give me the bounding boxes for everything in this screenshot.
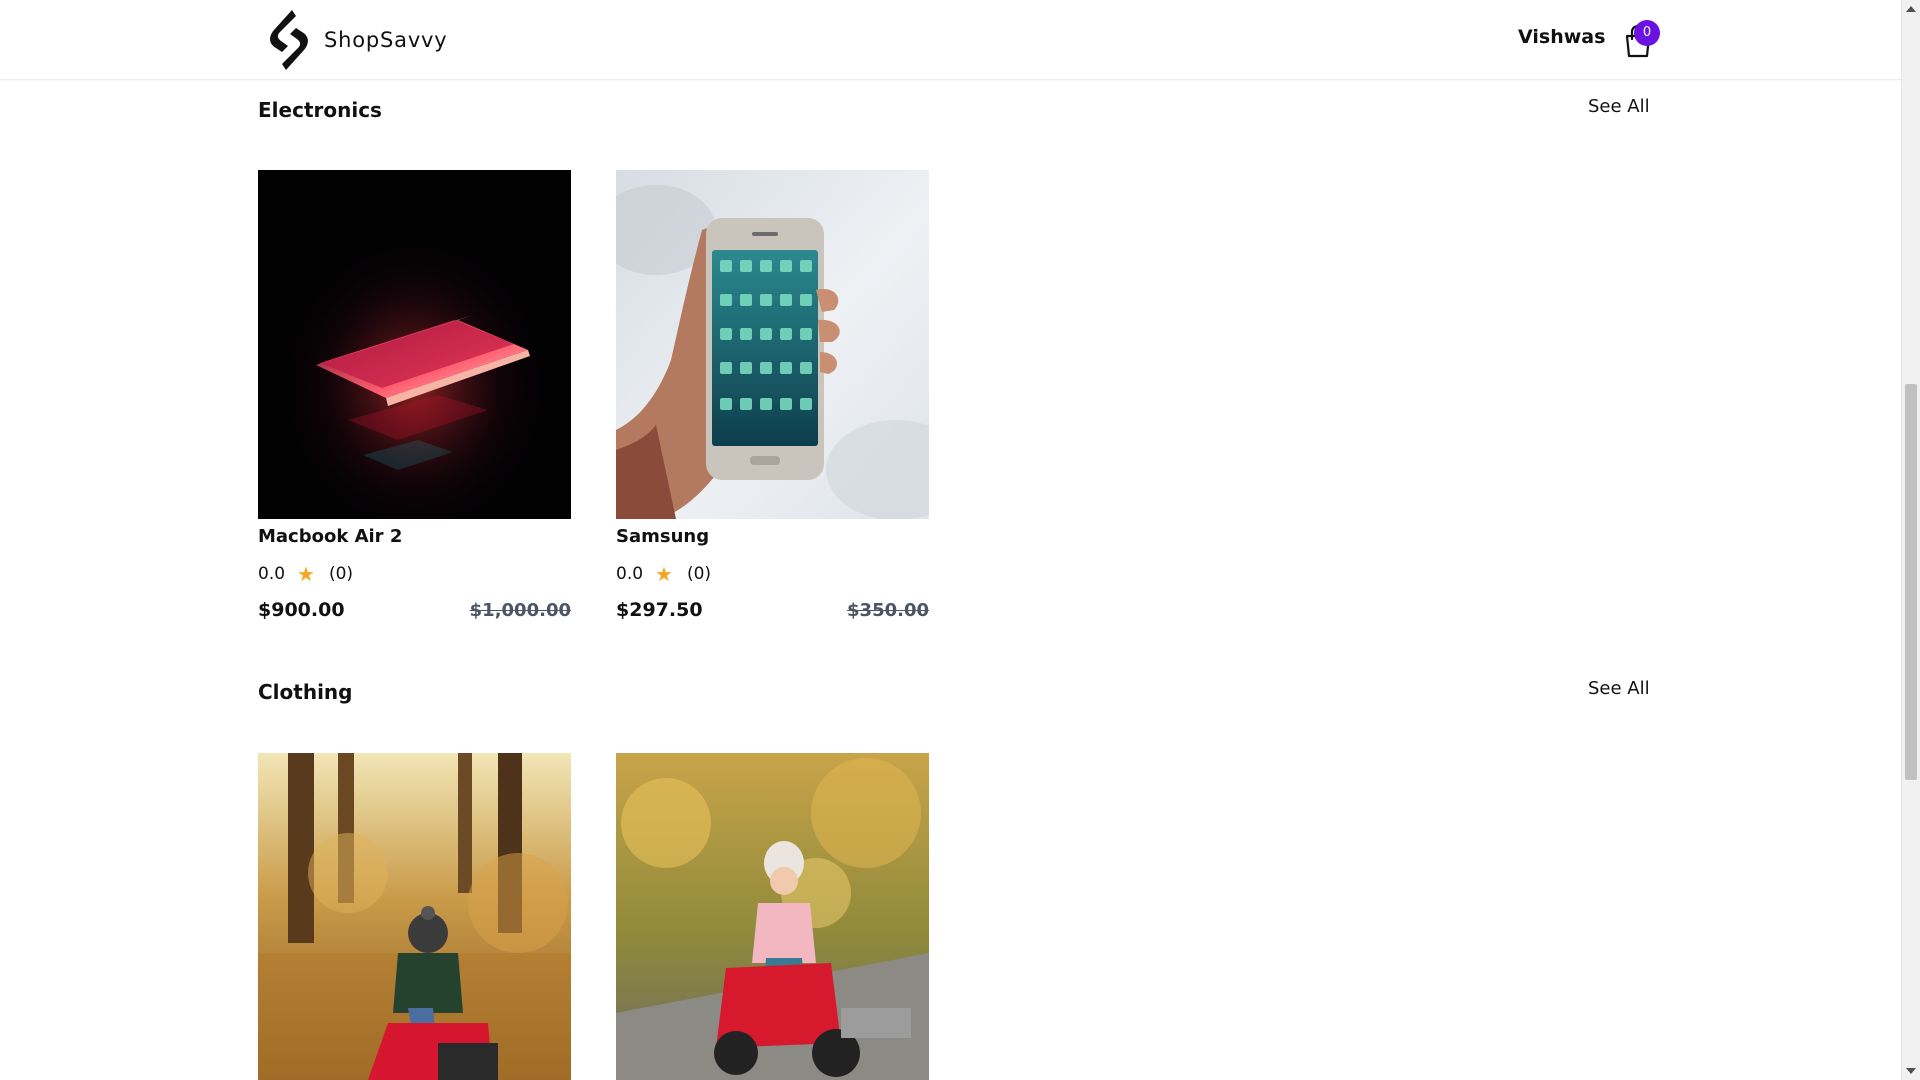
rating-value: 0.0	[258, 564, 286, 584]
product-name[interactable]: Samsung	[616, 526, 709, 547]
see-all-electronics-link[interactable]: See All	[1588, 96, 1650, 117]
review-count: (0)	[328, 564, 354, 584]
site-header: ShopSavvy Vishwas 0	[0, 0, 1902, 80]
cart-count-badge: 0	[1634, 20, 1660, 46]
product-image-phone[interactable]	[616, 170, 929, 519]
star-icon: ★	[297, 562, 315, 586]
star-icon: ★	[655, 562, 673, 586]
scroll-up-arrow-icon[interactable]	[1906, 6, 1916, 12]
product-card[interactable]	[258, 753, 571, 1080]
brand-name: ShopSavvy	[324, 28, 448, 52]
brand-logo[interactable]: ShopSavvy	[262, 8, 448, 72]
section-title-electronics: Electronics	[258, 98, 382, 122]
user-name-link[interactable]: Vishwas	[1518, 26, 1605, 48]
product-rating: 0.0 ★ (0)	[616, 564, 711, 584]
logo-icon	[270, 10, 308, 70]
rating-value: 0.0	[616, 564, 644, 584]
scrollbar-thumb[interactable]	[1905, 384, 1917, 780]
product-image-girl-tractor[interactable]	[616, 753, 929, 1080]
product-price: $297.50	[616, 599, 703, 621]
vertical-scrollbar[interactable]	[1901, 0, 1920, 1080]
product-card[interactable]: Samsung 0.0 ★ (0) $297.50 $350.00	[616, 170, 929, 630]
product-card[interactable]	[616, 753, 929, 1080]
product-image-boy-tractor[interactable]	[258, 753, 571, 1080]
product-original-price: $350.00	[847, 600, 929, 621]
product-image-laptop[interactable]	[258, 170, 571, 519]
product-original-price: $1,000.00	[469, 600, 571, 621]
see-all-clothing-link[interactable]: See All	[1588, 678, 1650, 699]
section-title-clothing: Clothing	[258, 680, 353, 704]
product-card[interactable]: Macbook Air 2 0.0 ★ (0) $900.00 $1,000.0…	[258, 170, 571, 630]
review-count: (0)	[686, 564, 712, 584]
scroll-down-arrow-icon[interactable]	[1906, 1068, 1916, 1074]
product-name[interactable]: Macbook Air 2	[258, 526, 402, 547]
product-price: $900.00	[258, 599, 345, 621]
product-rating: 0.0 ★ (0)	[258, 564, 353, 584]
